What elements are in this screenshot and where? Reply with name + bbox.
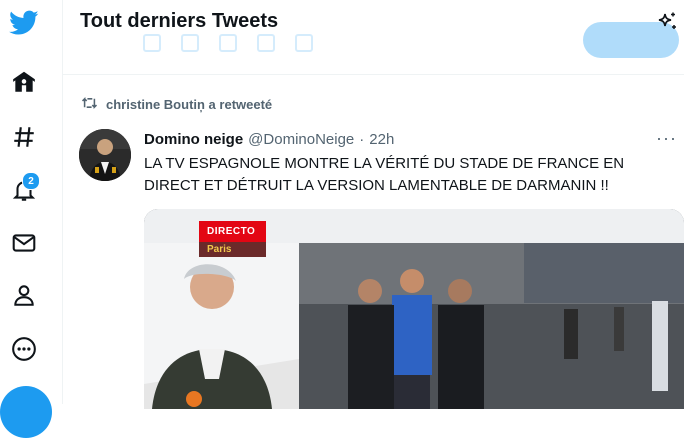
poll-icon[interactable] (219, 34, 237, 52)
composer-toolbar (143, 34, 313, 52)
live-overlay: DIRECTO Paris (199, 221, 266, 257)
notification-badge: 2 (22, 172, 40, 190)
live-location: Paris (207, 244, 232, 255)
timeline-header: Tout derniers Tweets (63, 0, 684, 75)
hashtag-icon[interactable] (4, 117, 44, 157)
tweet-timestamp[interactable]: 22h (369, 131, 394, 148)
author-handle[interactable]: @DominoNeige (248, 131, 354, 148)
bell-icon[interactable]: 2 (4, 170, 44, 210)
live-location-bar: Paris (199, 242, 266, 257)
tweet-header: Domino neige @DominoNeige · 22h (144, 131, 394, 148)
schedule-icon[interactable] (295, 34, 313, 52)
sidebar: 2 (0, 0, 62, 438)
avatar[interactable] (79, 129, 131, 181)
more-options-button[interactable]: ··· (656, 128, 677, 149)
sparkle-icon[interactable] (655, 10, 679, 34)
live-label: DIRECTO (207, 226, 256, 237)
compose-tweet-button[interactable] (0, 386, 52, 438)
tweet-text: LA TV ESPAGNOLE MONTRE LA VÉRITÉ DU STAD… (144, 155, 625, 194)
retweet-context: christine Boutin̦ a retweeté (81, 96, 272, 113)
main-timeline: Tout derniers Tweets christine Boutin̦ a… (62, 0, 684, 409)
author-name[interactable]: Domino neige (144, 131, 243, 148)
image-icon[interactable] (143, 34, 161, 52)
twitter-logo-icon[interactable] (4, 3, 44, 43)
person-icon[interactable] (4, 275, 44, 315)
home-icon[interactable] (4, 62, 44, 102)
retweet-label[interactable]: christine Boutin̦ a retweeté (106, 97, 272, 112)
more-circle-icon[interactable] (4, 329, 44, 369)
emoji-icon[interactable] (257, 34, 275, 52)
separator: · (359, 131, 365, 148)
tweet-video[interactable]: DIRECTO Paris (144, 209, 684, 409)
page-title: Tout derniers Tweets (80, 10, 279, 32)
retweet-icon (81, 96, 98, 113)
envelope-icon[interactable] (4, 223, 44, 263)
gif-icon[interactable] (181, 34, 199, 52)
